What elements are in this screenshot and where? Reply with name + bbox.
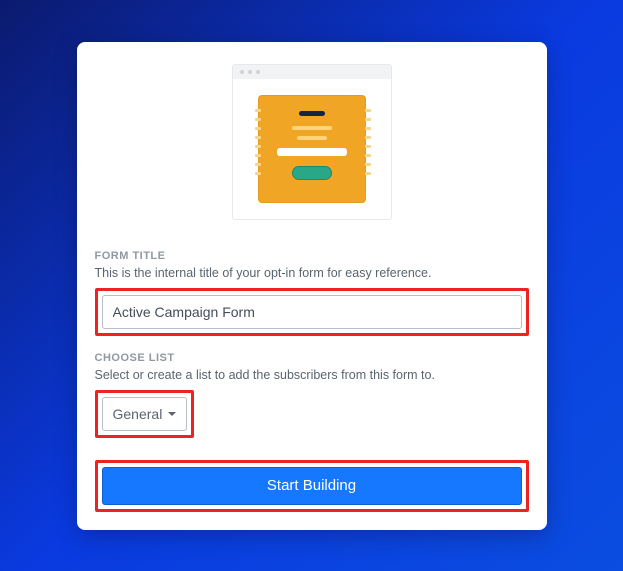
form-title-description: This is the internal title of your opt-i… xyxy=(95,266,529,280)
start-building-button[interactable]: Start Building xyxy=(102,467,522,505)
form-title-input[interactable] xyxy=(102,295,522,329)
choose-list-label: CHOOSE LIST xyxy=(95,352,529,364)
form-title-label: FORM TITLE xyxy=(95,250,529,262)
form-setup-card: FORM TITLE This is the internal title of… xyxy=(77,42,547,530)
browser-chrome-dots xyxy=(233,65,391,79)
highlight-box xyxy=(95,288,529,336)
caret-down-icon xyxy=(168,412,176,416)
highlight-box: Start Building xyxy=(95,460,529,512)
choose-list-dropdown[interactable]: General xyxy=(102,397,188,431)
choose-list-selected: General xyxy=(113,406,163,422)
choose-list-description: Select or create a list to add the subsc… xyxy=(95,368,529,382)
highlight-box: General xyxy=(95,390,195,438)
form-illustration xyxy=(232,64,392,220)
